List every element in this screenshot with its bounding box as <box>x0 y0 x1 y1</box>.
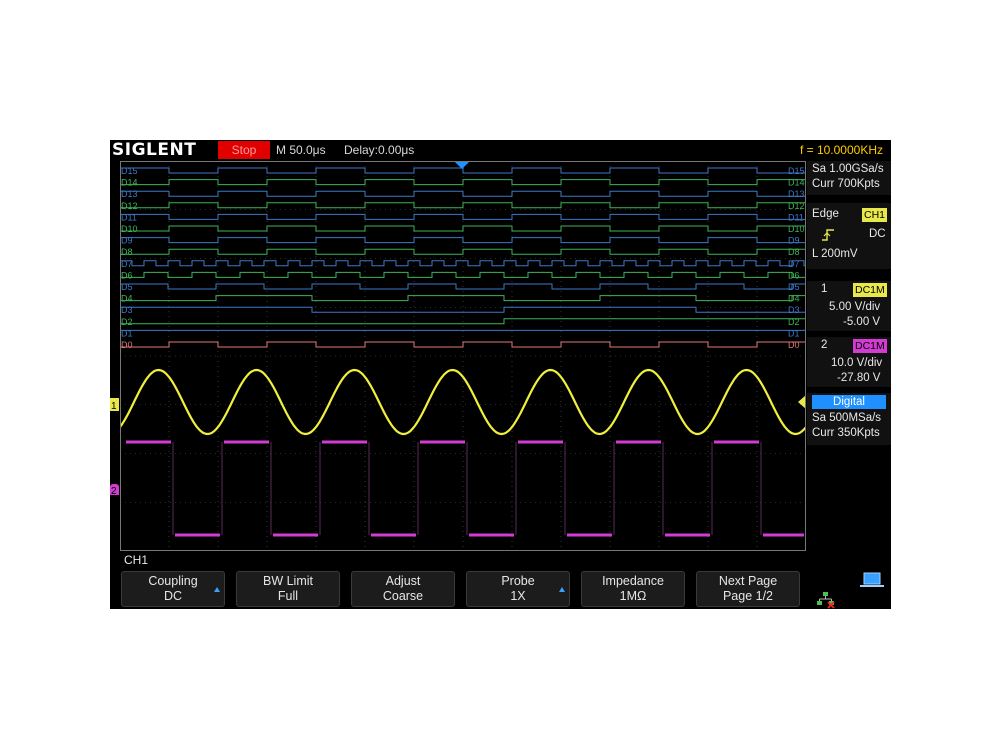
trigger-coupling: DC <box>869 228 886 240</box>
ch1-marker[interactable]: 1 <box>110 398 119 412</box>
timebase-readout[interactable]: M 50.0μs <box>276 140 326 160</box>
delay-readout[interactable]: Delay:0.00μs <box>344 140 414 160</box>
softkey-title: Probe <box>501 574 535 588</box>
softkey-title: Next Page <box>718 574 778 588</box>
softkey-title: Coupling <box>148 574 198 588</box>
frequency-counter: f = 10.0000KHz <box>799 143 883 157</box>
arrow-up-icon <box>214 587 220 592</box>
softkey-value: Full <box>277 589 299 603</box>
ch1-scale: 5.00 V/div <box>829 301 881 313</box>
softkey-title: BW Limit <box>263 574 313 588</box>
softkey-title: Adjust <box>385 574 421 588</box>
ch2-coupling-badge: DC1M <box>853 339 887 353</box>
trigger-level: L 200mV <box>812 248 858 260</box>
active-channel-label: CH1 <box>124 553 149 567</box>
svg-text:2: 2 <box>111 486 117 495</box>
ch1-coupling-badge: DC1M <box>853 283 887 297</box>
softkey-title: Impedance <box>602 574 664 588</box>
softkey-menu: Coupling DC BW Limit Full Adjust Coarse … <box>110 570 810 609</box>
softkey-value: Coarse <box>382 589 424 603</box>
computer-icon <box>860 572 884 587</box>
oscilloscope-screen: SIGLENT Stop M 50.0μs Delay:0.00μs f = 1… <box>110 140 891 609</box>
sample-rate: Sa 1.00GSa/s <box>812 163 884 175</box>
channel-markers: 1 2 <box>110 398 119 495</box>
brand-logo: SIGLENT <box>112 140 197 160</box>
ch2-offset: -27.80 V <box>837 372 881 384</box>
status-bar: SIGLENT Stop M 50.0μs Delay:0.00μs f = 1… <box>110 140 891 160</box>
run-stop-indicator[interactable]: Stop <box>218 141 270 159</box>
trigger-panel[interactable]: Edge CH1 DC L 200mV <box>807 203 891 269</box>
rising-edge-icon <box>822 229 834 241</box>
digital-memory-depth: Curr 350Kpts <box>812 427 880 439</box>
softkey-value: Page 1/2 <box>722 589 774 603</box>
side-panel: Sa 1.00GSa/s Curr 700Kpts Edge CH1 DC L … <box>807 161 891 551</box>
ch1-number: 1 <box>821 283 828 295</box>
acquisition-panel[interactable]: Sa 1.00GSa/s Curr 700Kpts <box>807 161 891 195</box>
memory-depth: Curr 700Kpts <box>812 178 880 190</box>
graticule-border <box>120 161 806 551</box>
digital-panel[interactable]: Digital Sa 500MSa/s Curr 350Kpts <box>807 393 891 445</box>
softkey-value: DC <box>163 589 183 603</box>
trigger-source-badge: CH1 <box>862 208 888 222</box>
bw-limit-softkey[interactable]: BW Limit Full <box>236 571 340 607</box>
arrow-up-icon <box>559 587 565 592</box>
status-icons <box>817 572 884 609</box>
ch1-panel[interactable]: 1 DC1M 5.00 V/div -5.00 V <box>807 281 891 331</box>
ch1-offset: -5.00 V <box>843 316 881 328</box>
impedance-softkey[interactable]: Impedance 1MΩ <box>581 571 685 607</box>
ch2-panel[interactable]: 2 DC1M 10.0 V/div -27.80 V <box>807 337 891 387</box>
ch2-number: 2 <box>821 339 828 351</box>
softkey-value: 1X <box>510 589 526 603</box>
digital-sample-rate: Sa 500MSa/s <box>812 412 882 424</box>
network-icon <box>817 592 835 609</box>
adjust-softkey[interactable]: Adjust Coarse <box>351 571 455 607</box>
ch2-scale: 10.0 V/div <box>831 357 883 369</box>
probe-softkey[interactable]: Probe 1X <box>466 571 570 607</box>
digital-badge: Digital <box>812 395 886 409</box>
svg-text:1: 1 <box>111 401 117 412</box>
trigger-type: Edge <box>812 208 839 220</box>
softkey-value: 1MΩ <box>619 589 647 603</box>
coupling-softkey[interactable]: Coupling DC <box>121 571 225 607</box>
ch2-marker[interactable]: 2 <box>110 484 119 495</box>
next-page-softkey[interactable]: Next Page Page 1/2 <box>696 571 800 607</box>
